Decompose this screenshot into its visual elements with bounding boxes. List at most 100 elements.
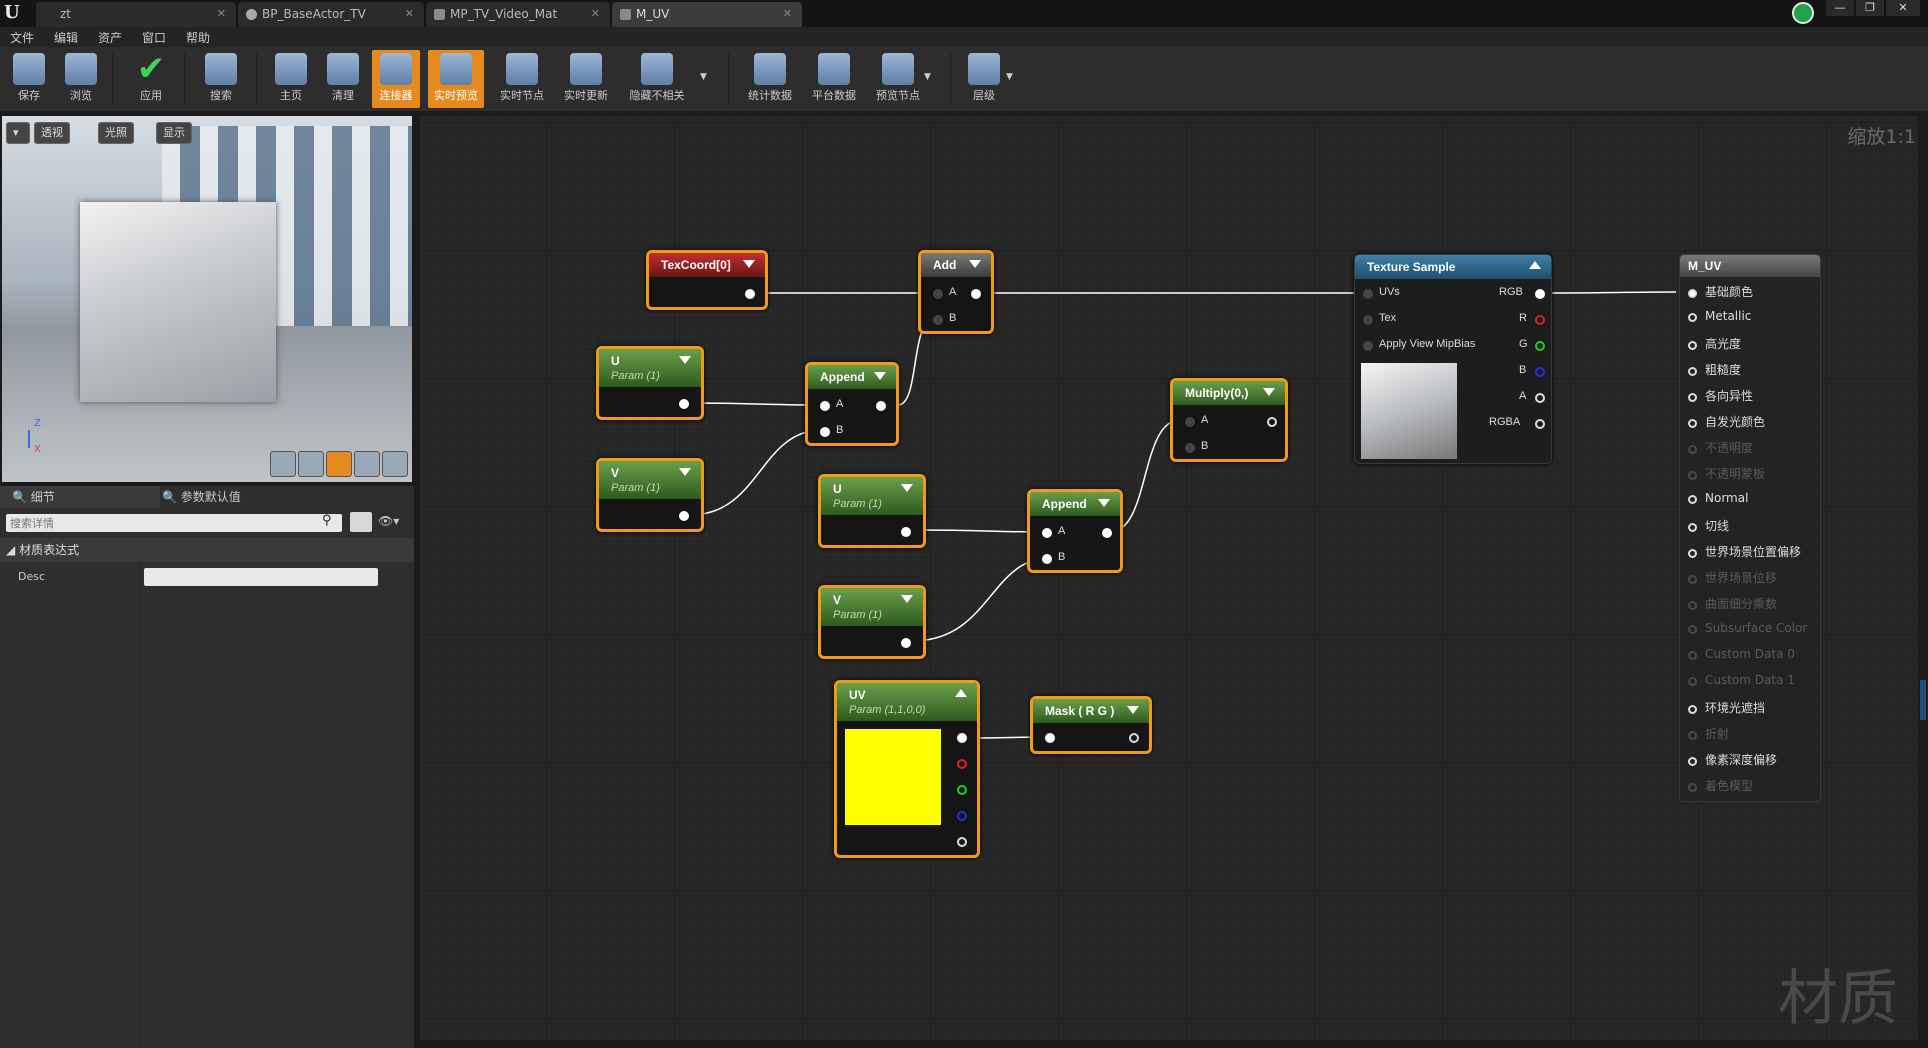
collapse-arrow-icon[interactable]: [901, 595, 913, 603]
home-button[interactable]: 主页: [266, 50, 316, 108]
tab-details[interactable]: 🔍 细节: [12, 488, 55, 505]
collapse-arrow-icon[interactable]: [901, 484, 913, 492]
node-u-param[interactable]: U Param (1): [818, 474, 926, 548]
output-pin[interactable]: [901, 638, 911, 648]
menu-asset[interactable]: 资产: [98, 29, 122, 46]
output-pin[interactable]: [1102, 528, 1112, 538]
output-pin-a[interactable]: [957, 837, 967, 847]
input-pin[interactable]: [1688, 341, 1697, 350]
output-pin-g[interactable]: [1535, 341, 1545, 351]
search-button[interactable]: 搜索: [196, 50, 246, 108]
result-pin[interactable]: 基础颜色: [1688, 283, 1753, 300]
collapse-arrow-icon[interactable]: [969, 260, 981, 268]
output-pin[interactable]: [1129, 733, 1139, 743]
output-pin-a[interactable]: [1535, 393, 1545, 403]
menu-help[interactable]: 帮助: [186, 29, 210, 46]
node-v-param[interactable]: V Param (1): [818, 585, 926, 659]
stats-button[interactable]: 统计数据: [740, 50, 800, 108]
input-pin[interactable]: [1045, 733, 1055, 743]
close-window-icon[interactable]: ✕: [1886, 0, 1920, 16]
tab-params[interactable]: 🔍 参数默认值: [162, 488, 241, 505]
graph-scrollbar[interactable]: [1918, 116, 1928, 1040]
sphere-preview-icon[interactable]: [298, 451, 324, 477]
output-pin[interactable]: [971, 289, 981, 299]
node-add[interactable]: Add A B: [918, 250, 994, 334]
input-pin-a[interactable]: [1185, 417, 1195, 427]
plane-preview-icon[interactable]: [326, 451, 352, 477]
clean-button[interactable]: 清理: [318, 50, 368, 108]
input-pin[interactable]: [1688, 523, 1697, 532]
result-pin[interactable]: 环境光遮挡: [1688, 699, 1765, 716]
output-pin-rgba[interactable]: [1535, 419, 1545, 429]
node-append[interactable]: Append A B: [1027, 489, 1123, 573]
input-pin-tex[interactable]: [1363, 315, 1373, 325]
lit-button[interactable]: 光照: [98, 122, 134, 144]
apply-button[interactable]: ✔ 应用: [126, 50, 176, 108]
node-material-result[interactable]: M_UV 基础颜色 Metallic 高光度 粗糙度 各向异性 自发光颜色 不透明度 不透明蒙…: [1679, 254, 1821, 802]
collapse-arrow-icon[interactable]: [955, 689, 967, 697]
result-pin[interactable]: 像素深度偏移: [1688, 751, 1777, 768]
node-append[interactable]: Append A B: [805, 362, 899, 446]
input-pin-a[interactable]: [933, 289, 943, 299]
restore-icon[interactable]: ❐: [1856, 0, 1884, 16]
node-u-param[interactable]: U Param (1): [596, 346, 704, 420]
live-preview-button[interactable]: 实时预览: [428, 50, 484, 108]
output-pin[interactable]: [679, 399, 689, 409]
close-icon[interactable]: ✕: [783, 7, 792, 20]
output-pin[interactable]: [901, 527, 911, 537]
output-pin-rgb[interactable]: [1535, 289, 1545, 299]
output-pin[interactable]: [679, 511, 689, 521]
result-pin[interactable]: 切线: [1688, 517, 1729, 534]
input-pin-mipbias[interactable]: [1363, 341, 1373, 351]
close-icon[interactable]: ✕: [405, 7, 414, 20]
input-pin[interactable]: [1688, 367, 1697, 376]
preview-node-button[interactable]: 预览节点: [868, 50, 928, 108]
hierarchy-button[interactable]: 层级: [960, 50, 1008, 108]
category-material-expression[interactable]: ◢ 材质表达式: [0, 538, 414, 562]
chevron-down-icon[interactable]: ▼: [1006, 72, 1013, 82]
input-pin[interactable]: [1688, 549, 1697, 558]
minimize-icon[interactable]: —: [1826, 0, 1854, 16]
input-pin-b[interactable]: [820, 427, 830, 437]
result-pin[interactable]: 粗糙度: [1688, 361, 1741, 378]
custom-mesh-preview-icon[interactable]: [382, 451, 408, 477]
desc-input[interactable]: [144, 568, 378, 586]
input-pin-uvs[interactable]: [1363, 289, 1373, 299]
output-pin[interactable]: [1267, 417, 1277, 427]
output-pin-b[interactable]: [957, 811, 967, 821]
input-pin[interactable]: [1688, 313, 1697, 322]
menu-edit[interactable]: 编辑: [54, 29, 78, 46]
input-pin[interactable]: [1688, 757, 1697, 766]
platform-stats-button[interactable]: 平台数据: [804, 50, 864, 108]
result-pin[interactable]: 自发光颜色: [1688, 413, 1765, 430]
output-pin-g[interactable]: [957, 785, 967, 795]
collapse-arrow-icon[interactable]: [1529, 261, 1541, 269]
menu-file[interactable]: 文件: [10, 29, 34, 46]
close-icon[interactable]: ✕: [217, 7, 226, 20]
result-pin[interactable]: 世界场景位置偏移: [1688, 543, 1801, 560]
input-pin[interactable]: [1688, 419, 1697, 428]
input-pin-b[interactable]: [1185, 443, 1195, 453]
hide-unrelated-button[interactable]: 隐藏不相关: [622, 50, 692, 108]
unreal-logo-icon[interactable]: U: [4, 2, 26, 24]
show-button[interactable]: 显示: [156, 122, 192, 144]
output-pin-r[interactable]: [1535, 315, 1545, 325]
preview-viewport[interactable]: [2, 116, 412, 482]
collapse-arrow-icon[interactable]: [679, 468, 691, 476]
output-pin[interactable]: [745, 289, 755, 299]
collapse-arrow-icon[interactable]: [1263, 388, 1275, 396]
collapse-arrow-icon[interactable]: [874, 372, 886, 380]
input-pin[interactable]: [1688, 705, 1697, 714]
view-options-icon[interactable]: [350, 512, 372, 532]
color-swatch[interactable]: [845, 729, 941, 825]
output-pin[interactable]: [876, 401, 886, 411]
result-pin[interactable]: Metallic: [1688, 309, 1751, 323]
output-pin-r[interactable]: [957, 759, 967, 769]
cylinder-preview-icon[interactable]: [270, 451, 296, 477]
result-pin[interactable]: 高光度: [1688, 335, 1741, 352]
node-v-param[interactable]: V Param (1): [596, 458, 704, 532]
browse-button[interactable]: 浏览: [56, 50, 106, 108]
input-pin[interactable]: [1688, 393, 1697, 402]
node-uv-param[interactable]: UV Param (1,1,0,0): [834, 680, 980, 858]
tab-zt[interactable]: zt ✕: [36, 2, 236, 27]
